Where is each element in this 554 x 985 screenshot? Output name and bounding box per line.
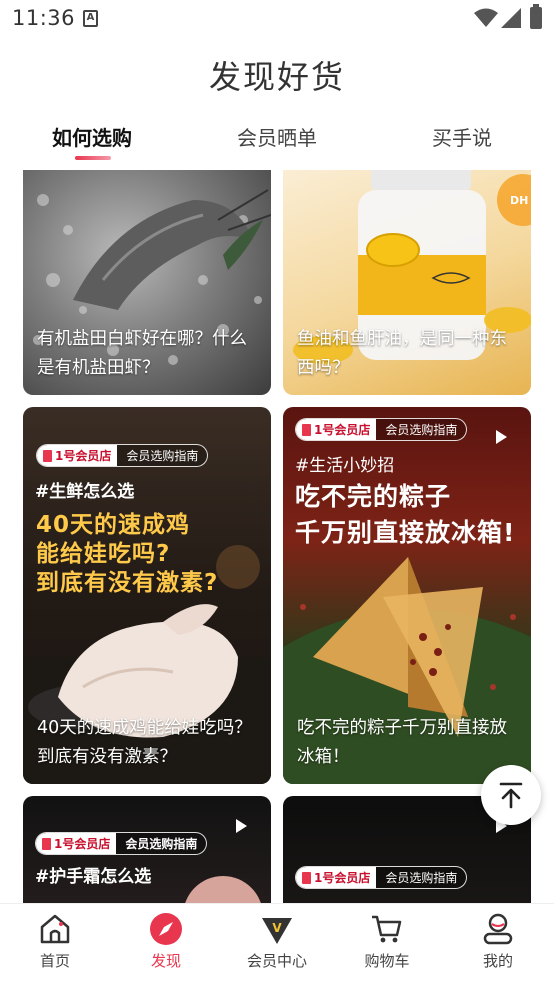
play-icon[interactable]	[233, 818, 249, 834]
brand-logo: 1号会员店	[36, 833, 117, 854]
compass-icon	[150, 913, 182, 945]
svg-text:V: V	[272, 921, 282, 935]
hashtag: #生活小妙招	[295, 456, 395, 476]
tab-member-reviews[interactable]: 会员晒单	[197, 122, 357, 151]
article-card[interactable]: 1号会员店 会员选购指南 #生活小妙招 吃不完的粽子 千万别直接放冰箱! 吃不完…	[283, 407, 531, 784]
image-text: DH	[510, 194, 529, 207]
article-card[interactable]: DH 鱼油和鱼肝油，是同一种东西吗？	[283, 170, 531, 395]
profile-icon	[483, 913, 513, 945]
arrow-up-icon	[499, 782, 523, 809]
cart-icon	[372, 915, 402, 943]
tab-how-to-buy[interactable]: 如何选购	[12, 122, 172, 151]
nav-profile[interactable]: 我的	[453, 912, 543, 971]
bottom-navigation: 首页 发现 V 会员中心 购物车 我的	[0, 903, 554, 985]
hashtag: #生鲜怎么选	[35, 482, 135, 502]
signal-icon	[501, 8, 521, 28]
article-card[interactable]: 1号会员店 会员选购指南 #护手霜怎么选	[23, 796, 271, 903]
home-icon	[40, 914, 70, 944]
scroll-to-top-button[interactable]	[481, 765, 541, 825]
brand-badge: 1号会员店 会员选购指南	[295, 866, 468, 889]
nav-discover[interactable]: 发现	[121, 912, 211, 971]
article-card[interactable]: 1号会员店 会员选购指南 #生鲜怎么选 40天的速成鸡 能给娃吃吗? 到底有没有…	[23, 407, 271, 784]
card-headline: 吃不完的粽子 千万别直接放冰箱!	[295, 482, 516, 547]
brand-logo: 1号会员店	[296, 867, 377, 888]
nav-cart[interactable]: 购物车	[342, 912, 432, 971]
brand-badge: 1号会员店 会员选购指南	[35, 832, 208, 855]
card-caption: 鱼油和鱼肝油，是同一种东西吗？	[297, 329, 507, 378]
sim-card-icon: A	[83, 10, 98, 27]
brand-badge: 1号会员店 会员选购指南	[36, 444, 209, 467]
brand-logo: 1号会员店	[37, 445, 118, 466]
brand-logo: 1号会员店	[296, 419, 377, 440]
card-caption: 有机盐田白虾好在哪？什么是有机盐田虾？	[37, 329, 247, 378]
status-time: 11:36	[12, 6, 76, 30]
card-headline: 40天的速成鸡 能给娃吃吗? 到底有没有激素?	[36, 512, 219, 596]
page-title: 发现好货	[208, 58, 345, 96]
article-card[interactable]: 有机盐田白虾好在哪？什么是有机盐田虾？	[23, 170, 271, 395]
hashtag: #护手霜怎么选	[35, 867, 152, 887]
tab-buyer-says[interactable]: 买手说	[382, 122, 542, 151]
page-header: 发现好货 如何选购 会员晒单 买手说	[0, 38, 554, 170]
nav-home[interactable]: 首页	[10, 912, 100, 971]
content-feed[interactable]: 有机盐田白虾好在哪？什么是有机盐田虾？ DH 鱼油和鱼肝油，是同一种东西吗？ 1…	[0, 170, 554, 903]
card-caption: 40天的速成鸡能给娃吃吗？到底有没有激素？	[37, 718, 252, 767]
active-tab-indicator	[75, 156, 111, 160]
wifi-icon	[474, 8, 498, 27]
battery-icon	[530, 4, 542, 29]
tab-bar: 如何选购 会员晒单 买手说	[0, 122, 554, 166]
vip-badge-icon: V	[262, 918, 292, 944]
nav-member-center[interactable]: V 会员中心	[232, 912, 322, 971]
status-bar: 11:36 A	[0, 0, 554, 38]
brand-badge: 1号会员店 会员选购指南	[295, 418, 468, 441]
play-icon[interactable]	[493, 429, 509, 445]
card-caption: 吃不完的粽子千万别直接放冰箱！	[297, 718, 507, 767]
